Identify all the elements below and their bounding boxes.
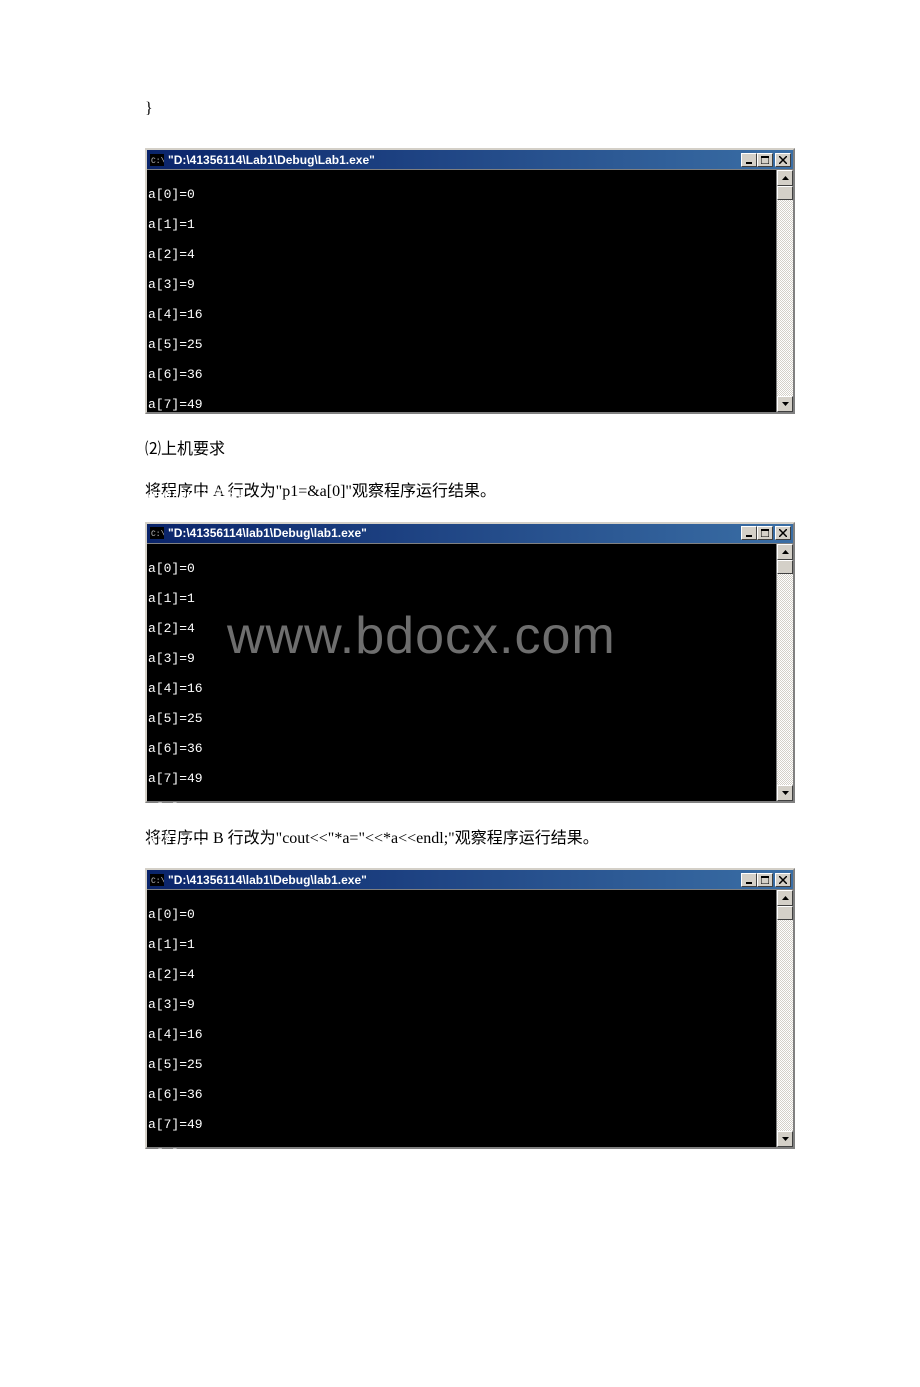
- output-line: a[9]=81: [148, 1177, 775, 1192]
- output-line: a[2]=4: [148, 621, 775, 636]
- scroll-thumb[interactable]: [777, 906, 793, 920]
- vertical-scrollbar[interactable]: [776, 890, 793, 1147]
- minimize-button[interactable]: [741, 153, 757, 167]
- window-title: "D:\41356114\Lab1\Debug\Lab1.exe": [168, 153, 741, 167]
- console-output: a[0]=0 a[1]=1 a[2]=4 a[3]=9 a[4]=16 a[5]…: [147, 890, 776, 1147]
- cmd-icon: C:\: [149, 873, 165, 887]
- svg-text:C:\: C:\: [151, 530, 164, 539]
- vertical-scrollbar[interactable]: [776, 170, 793, 412]
- output-line: a[1]=1: [148, 591, 775, 606]
- output-line: a[7]=49: [148, 397, 775, 412]
- window-controls: [741, 526, 791, 540]
- code-closing-brace: }: [145, 100, 770, 118]
- output-line: a[8]=64: [148, 801, 775, 816]
- console-window-1: C:\ "D:\41356114\Lab1\Debug\Lab1.exe" a[…: [145, 148, 795, 414]
- close-button[interactable]: [775, 873, 791, 887]
- output-line: a[2]=4: [148, 247, 775, 262]
- scroll-track[interactable]: [777, 560, 793, 785]
- window-title: "D:\41356114\lab1\Debug\lab1.exe": [168, 873, 741, 887]
- console-output: a[0]=0 a[1]=1 a[2]=4 a[3]=9 a[4]=16 a[5]…: [147, 170, 776, 412]
- cmd-icon: C:\: [149, 153, 165, 167]
- console-window-2: www.bdocx.com C:\ "D:\41356114\lab1\Debu…: [145, 522, 795, 803]
- output-line: a[8]=64: [148, 427, 775, 442]
- svg-text:C:\: C:\: [151, 877, 164, 886]
- output-line: a[3]=9: [148, 997, 775, 1012]
- output-line: a[4]=16: [148, 307, 775, 322]
- output-line: *a=0: [148, 1207, 775, 1222]
- output-line: *p2-*p1=25: [148, 1297, 775, 1312]
- output-line: a[1]=1: [148, 937, 775, 952]
- maximize-button[interactable]: [757, 153, 773, 167]
- output-line: a[8]=64: [148, 1147, 775, 1162]
- scroll-thumb[interactable]: [777, 560, 793, 574]
- output-line: a[0]=0: [148, 187, 775, 202]
- output-line: a[0]=0: [148, 561, 775, 576]
- scroll-down-button[interactable]: [777, 1131, 793, 1147]
- output-line: a=0x0012FF54: [148, 487, 775, 502]
- output-line: a[4]=16: [148, 681, 775, 696]
- maximize-button[interactable]: [757, 526, 773, 540]
- output-line: a[7]=49: [148, 1117, 775, 1132]
- scroll-up-button[interactable]: [777, 170, 793, 186]
- output-line: a[1]=1: [148, 217, 775, 232]
- minimize-button[interactable]: [741, 873, 757, 887]
- output-line: a[6]=36: [148, 741, 775, 756]
- output-line: a[7]=49: [148, 771, 775, 786]
- output-line: a[3]=9: [148, 277, 775, 292]
- console-output: a[0]=0 a[1]=1 a[2]=4 a[3]=9 a[4]=16 a[5]…: [147, 544, 776, 801]
- output-line: a[5]=25: [148, 711, 775, 726]
- close-button[interactable]: [775, 153, 791, 167]
- output-line: a[6]=36: [148, 367, 775, 382]
- output-line: a[6]=36: [148, 1087, 775, 1102]
- window-controls: [741, 873, 791, 887]
- scroll-thumb[interactable]: [777, 186, 793, 200]
- scroll-track[interactable]: [777, 186, 793, 396]
- maximize-button[interactable]: [757, 873, 773, 887]
- window-title: "D:\41356114\lab1\Debug\lab1.exe": [168, 526, 741, 540]
- console-window-3: C:\ "D:\41356114\lab1\Debug\lab1.exe" a[…: [145, 868, 795, 1149]
- titlebar[interactable]: C:\ "D:\41356114\lab1\Debug\lab1.exe": [147, 524, 793, 543]
- output-line: a[9]=81: [148, 831, 775, 846]
- titlebar[interactable]: C:\ "D:\41356114\lab1\Debug\lab1.exe": [147, 870, 793, 889]
- cmd-icon: C:\: [149, 526, 165, 540]
- vertical-scrollbar[interactable]: [776, 544, 793, 801]
- output-line: a[5]=25: [148, 1057, 775, 1072]
- output-line: a[2]=4: [148, 967, 775, 982]
- minimize-button[interactable]: [741, 526, 757, 540]
- close-button[interactable]: [775, 526, 791, 540]
- svg-text:C:\: C:\: [151, 157, 164, 166]
- output-line: a[5]=25: [148, 337, 775, 352]
- scroll-down-button[interactable]: [777, 785, 793, 801]
- output-line: Press any key to continue: [148, 1327, 775, 1342]
- output-line: p1=0x0012FF54,p2=0x0012FF68: [148, 1237, 775, 1252]
- output-line: p2-p1=5: [148, 1267, 775, 1282]
- scroll-down-button[interactable]: [777, 396, 793, 412]
- titlebar[interactable]: C:\ "D:\41356114\Lab1\Debug\Lab1.exe": [147, 150, 793, 169]
- output-line: a[3]=9: [148, 651, 775, 666]
- output-line: a[9]=81: [148, 457, 775, 472]
- output-line: a[0]=0: [148, 907, 775, 922]
- scroll-track[interactable]: [777, 906, 793, 1131]
- scroll-up-button[interactable]: [777, 544, 793, 560]
- scroll-up-button[interactable]: [777, 890, 793, 906]
- output-line: a[4]=16: [148, 1027, 775, 1042]
- window-controls: [741, 153, 791, 167]
